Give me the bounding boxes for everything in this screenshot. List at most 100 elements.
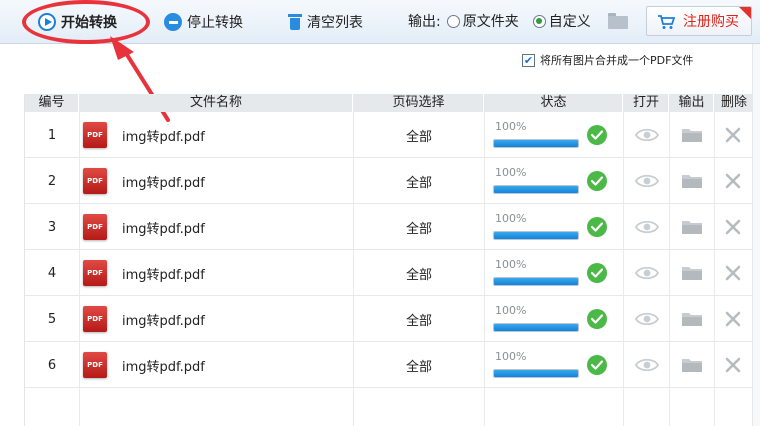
- close-icon[interactable]: [724, 264, 742, 282]
- progress-text: 100%: [495, 304, 527, 317]
- trash-icon: [288, 13, 302, 31]
- page-selection[interactable]: 全部: [354, 112, 484, 158]
- output-options: 输出: 原文件夹 自定义: [408, 9, 591, 33]
- window-edge: [752, 44, 760, 426]
- radio-custom[interactable]: [532, 14, 546, 28]
- progress-bar: [493, 277, 579, 286]
- close-icon[interactable]: [724, 218, 742, 236]
- progress-bar: [493, 139, 579, 148]
- stop-convert-button[interactable]: 停止转换: [164, 9, 243, 35]
- progress-fill: [494, 278, 578, 285]
- folder-icon[interactable]: [681, 264, 703, 282]
- file-table: 编号 文件名称 页码选择 状态 打开 输出 删除 1 PDF img转pdf.p…: [24, 94, 753, 426]
- progress-bar: [493, 231, 579, 240]
- table-row[interactable]: 2 PDF img转pdf.pdf 全部 100%: [25, 158, 753, 204]
- folder-icon[interactable]: [681, 126, 703, 144]
- progress-bar: [493, 369, 579, 378]
- header-delete: 删除: [720, 95, 747, 110]
- row-number: 2: [47, 173, 57, 189]
- pdf-file-icon: PDF: [83, 122, 107, 148]
- header-status: 状态: [485, 94, 623, 112]
- file-name: img转pdf.pdf: [122, 359, 205, 375]
- header-pages: 页码选择: [354, 94, 484, 112]
- annotation-oval: [22, 0, 150, 44]
- header-open: 打开: [624, 94, 669, 112]
- page-selection[interactable]: 全部: [354, 158, 484, 204]
- table-row[interactable]: 6 PDF img转pdf.pdf 全部 100%: [25, 342, 753, 388]
- corner-badge: [739, 7, 751, 19]
- radio-source-folder-label[interactable]: 原文件夹: [463, 11, 519, 31]
- eye-icon[interactable]: [635, 218, 659, 236]
- close-icon[interactable]: [724, 310, 742, 328]
- register-buy-button[interactable]: 注册购买: [646, 6, 752, 36]
- row-number: 6: [47, 357, 57, 373]
- clear-list-button[interactable]: 清空列表: [288, 9, 363, 35]
- clear-list-label: 清空列表: [307, 15, 363, 31]
- header-output: 输出: [670, 94, 714, 112]
- progress-text: 100%: [495, 166, 527, 179]
- close-icon[interactable]: [724, 356, 742, 374]
- check-circle-icon: [587, 263, 607, 283]
- row-number: 1: [47, 127, 57, 143]
- pdf-file-icon: PDF: [83, 260, 107, 286]
- file-name: img转pdf.pdf: [122, 129, 205, 145]
- status-progress: 100%: [493, 302, 581, 336]
- pdf-file-icon: PDF: [83, 168, 107, 194]
- table-row[interactable]: 3 PDF img转pdf.pdf 全部 100%: [25, 204, 753, 250]
- folder-icon[interactable]: [607, 12, 629, 30]
- page-selection[interactable]: 全部: [354, 342, 484, 388]
- stop-convert-label: 停止转换: [187, 15, 243, 31]
- status-progress: 100%: [493, 348, 581, 382]
- eye-icon[interactable]: [635, 356, 659, 374]
- file-name: img转pdf.pdf: [122, 267, 205, 283]
- status-progress: 100%: [493, 210, 581, 244]
- table-row[interactable]: 5 PDF img转pdf.pdf 全部 100%: [25, 296, 753, 342]
- status-progress: 100%: [493, 118, 581, 152]
- page-selection[interactable]: 全部: [354, 204, 484, 250]
- header-num: 编号: [25, 94, 79, 112]
- folder-icon[interactable]: [681, 218, 703, 236]
- progress-bar: [493, 323, 579, 332]
- progress-text: 100%: [495, 120, 527, 133]
- table-header: 编号 文件名称 页码选择 状态 打开 输出 删除: [25, 94, 753, 112]
- progress-fill: [494, 140, 578, 147]
- row-number: 3: [47, 219, 57, 235]
- progress-text: 100%: [495, 212, 527, 225]
- check-circle-icon: [587, 171, 607, 191]
- close-icon[interactable]: [724, 126, 742, 144]
- eye-icon[interactable]: [635, 126, 659, 144]
- check-circle-icon: [587, 355, 607, 375]
- output-label: 输出:: [408, 14, 441, 30]
- radio-source-folder[interactable]: [446, 14, 460, 28]
- page-selection[interactable]: 全部: [354, 250, 484, 296]
- merge-label: 将所有图片合并成一个PDF文件: [540, 54, 694, 67]
- table-row[interactable]: 1 PDF img转pdf.pdf 全部 100%: [25, 112, 753, 158]
- file-name: img转pdf.pdf: [122, 221, 205, 237]
- progress-fill: [494, 324, 578, 331]
- page-selection[interactable]: 全部: [354, 296, 484, 342]
- folder-icon[interactable]: [681, 310, 703, 328]
- folder-icon[interactable]: [681, 356, 703, 374]
- eye-icon[interactable]: [635, 172, 659, 190]
- progress-text: 100%: [495, 258, 527, 271]
- radio-custom-label[interactable]: 自定义: [549, 11, 591, 31]
- eye-icon[interactable]: [635, 310, 659, 328]
- row-number: 4: [47, 265, 57, 281]
- folder-icon[interactable]: [681, 172, 703, 190]
- progress-bar: [493, 185, 579, 194]
- progress-fill: [494, 370, 578, 377]
- merge-option[interactable]: ✔ 将所有图片合并成一个PDF文件: [522, 52, 693, 68]
- file-name: img转pdf.pdf: [122, 313, 205, 329]
- app-window: 开始转换 停止转换 清空列表 输出: 原文件夹 自定义 注册购买 ✔ 将所有图片…: [0, 0, 760, 426]
- progress-fill: [494, 186, 578, 193]
- merge-checkbox[interactable]: ✔: [522, 53, 535, 67]
- check-circle-icon: [587, 217, 607, 237]
- table-row[interactable]: 4 PDF img转pdf.pdf 全部 100%: [25, 250, 753, 296]
- close-icon[interactable]: [724, 172, 742, 190]
- pdf-file-icon: PDF: [83, 352, 107, 378]
- eye-icon[interactable]: [635, 264, 659, 282]
- progress-text: 100%: [495, 350, 527, 363]
- row-number: 5: [47, 311, 57, 327]
- check-circle-icon: [587, 125, 607, 145]
- minus-circle-icon: [164, 13, 182, 31]
